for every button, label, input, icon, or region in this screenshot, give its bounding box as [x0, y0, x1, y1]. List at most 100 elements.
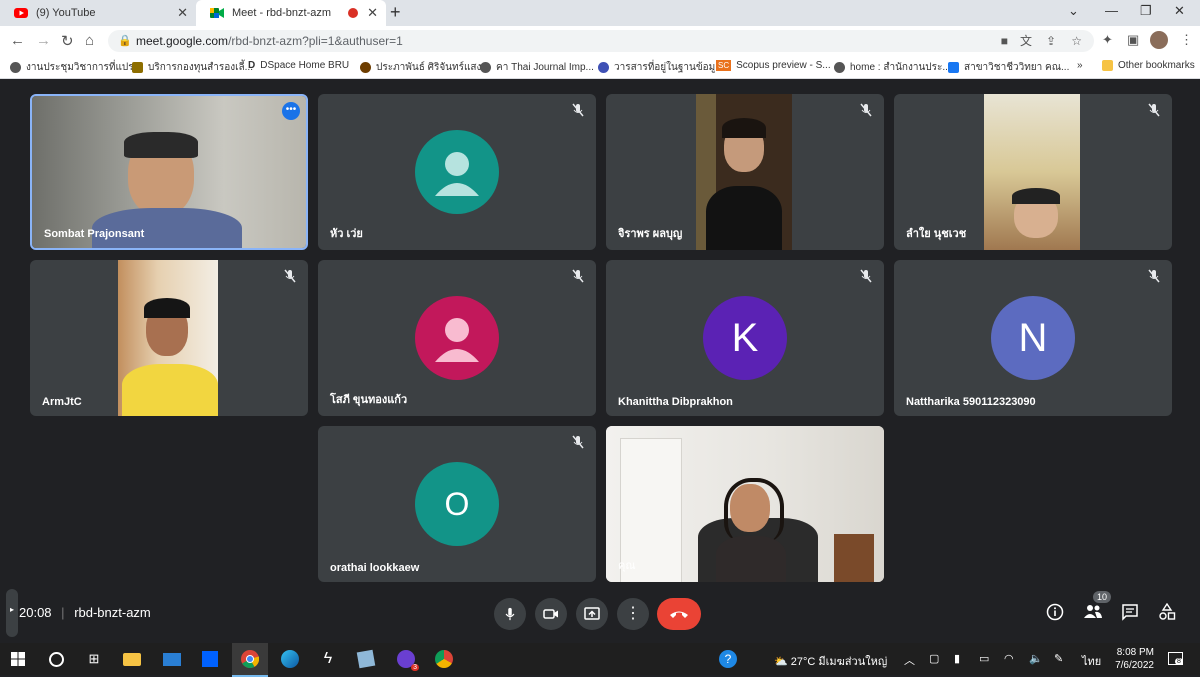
camera-button[interactable] — [535, 598, 567, 630]
avatar — [415, 130, 499, 214]
participant-name: หัว เว่ย — [330, 228, 363, 240]
participant-tile[interactable]: ArmJtC — [30, 260, 308, 416]
reload-icon[interactable]: ↻ — [61, 32, 74, 50]
side-handle[interactable]: ▸ — [6, 589, 18, 637]
meeting-info-button[interactable] — [1046, 603, 1064, 626]
bookmark-item[interactable]: บริการกองทุนสำรองเลี้... — [132, 60, 253, 75]
participant-tile[interactable]: หัว เว่ย — [318, 94, 596, 250]
meet-stage: ••• Sombat Prajonsant หัว เว่ย จิราพร ผล… — [0, 79, 1200, 589]
participant-tile[interactable]: ••• Sombat Prajonsant — [30, 94, 308, 250]
bookmark-item[interactable]: วารสารที่อยู่ในฐานข้อมู... — [598, 60, 724, 75]
participant-tile[interactable]: N Nattharika 590112323090 — [894, 260, 1172, 416]
bookmark-item[interactable]: home : สำนักงานประ... — [834, 60, 951, 75]
bookmark-item[interactable]: ประภาพันธ์ ศิริจันทร์แสง... — [360, 60, 490, 75]
side-panel-icon[interactable]: ▣ — [1127, 32, 1139, 48]
pen-icon[interactable]: ✎ — [1054, 652, 1063, 665]
facebook-icon — [948, 62, 959, 73]
weather-text: 27°C มีเมฆส่วนใหญ่ — [790, 656, 888, 668]
more-vert-icon: ⋮ — [625, 605, 641, 622]
more-options-icon[interactable]: ••• — [282, 102, 300, 120]
tab-youtube[interactable]: (9) YouTube ✕ — [0, 0, 196, 26]
other-bookmarks[interactable]: Other bookmarks — [1102, 60, 1195, 71]
avatar-initial: N — [991, 296, 1075, 380]
file-explorer-icon[interactable] — [122, 649, 142, 669]
input-language[interactable]: ไทย — [1082, 652, 1101, 670]
dropbox-icon[interactable] — [200, 649, 220, 669]
close-window-button[interactable]: ✕ — [1174, 3, 1185, 19]
bookmarks-bar: งานประชุมวิชาการที่แปร... บริการกองทุนสำ… — [0, 56, 1200, 79]
extensions-icon[interactable]: ✦ — [1102, 32, 1113, 48]
chrome-profile-icon[interactable] — [434, 649, 454, 669]
url-bar[interactable]: 🔒 meet.google.com/rbd-bnzt-azm?pli=1&aut… — [108, 30, 1094, 52]
bookmark-item[interactable]: D DSpace Home BRU — [248, 60, 349, 71]
meeting-code: rbd-bnzt-azm — [74, 605, 151, 620]
self-video — [606, 426, 884, 582]
bookmark-item[interactable]: งานประชุมวิชาการที่แปร... — [10, 60, 142, 75]
minimize-button[interactable]: — — [1105, 3, 1118, 18]
battery-icon[interactable]: ▭ — [979, 652, 989, 665]
youtube-icon — [14, 6, 28, 20]
share-icon[interactable]: ⇪ — [1046, 30, 1056, 52]
task-view-icon[interactable]: ⊞ — [84, 649, 104, 669]
menu-icon[interactable]: ⋮ — [1180, 32, 1193, 48]
weather-widget[interactable]: ⛅ 27°C มีเมฆส่วนใหญ่ — [774, 652, 887, 670]
chat-button[interactable] — [1121, 603, 1139, 626]
translate-icon[interactable]: 文 — [1020, 30, 1032, 52]
mic-button[interactable] — [494, 598, 526, 630]
participant-tile[interactable]: จิราพร ผลบุญ — [606, 94, 884, 250]
participant-tile[interactable]: O orathai lookkaew — [318, 426, 596, 582]
meet-icon — [210, 6, 224, 20]
close-tab-icon[interactable]: ✕ — [367, 5, 378, 21]
tab-search-icon[interactable]: ⌄ — [1068, 3, 1079, 19]
tab-meet[interactable]: Meet - rbd-bnzt-azm ✕ — [196, 0, 386, 26]
notifications-icon[interactable]: 8 — [1168, 652, 1183, 668]
avatar-initial: K — [703, 296, 787, 380]
volume-icon[interactable]: 🔈 — [1029, 652, 1043, 665]
search-icon[interactable] — [46, 649, 66, 669]
participant-name: คุณ — [618, 560, 636, 572]
home-icon[interactable]: ⌂ — [85, 32, 94, 49]
bookmark-item[interactable]: สาขาวิชาชีววิทยา คณ... — [948, 60, 1069, 75]
bookmark-item[interactable]: SC Scopus preview - S... — [716, 60, 831, 71]
activities-button[interactable] — [1158, 602, 1176, 626]
self-view-tile[interactable]: คุณ — [606, 426, 884, 582]
participant-name: orathai lookkaew — [330, 562, 420, 574]
show-hidden-icons[interactable]: ︿ — [904, 652, 915, 668]
participant-name: จิราพร ผลบุญ — [618, 228, 683, 240]
leave-call-button[interactable] — [657, 598, 701, 630]
people-button[interactable]: 10 — [1083, 591, 1112, 624]
scopus-icon: SC — [716, 60, 732, 71]
participant-tile[interactable]: K Khanittha Dibprakhon — [606, 260, 884, 416]
help-icon[interactable]: ? — [718, 649, 738, 669]
participant-name: ลำใย นุชเวช — [906, 228, 967, 240]
tray-app-icon[interactable]: ▢ — [929, 652, 939, 665]
camera-icon — [543, 609, 558, 619]
new-tab-button[interactable]: + — [390, 2, 401, 23]
bookmark-star-icon[interactable]: ☆ — [1071, 30, 1082, 52]
dspace-icon: D — [248, 60, 256, 71]
present-screen-button[interactable] — [576, 598, 608, 630]
app-icon[interactable]: 3 — [396, 649, 419, 671]
chrome-taskbar-icon[interactable] — [232, 643, 268, 677]
more-options-button[interactable]: ⋮ — [617, 598, 649, 630]
edge-icon[interactable] — [280, 649, 300, 669]
close-tab-icon[interactable]: ✕ — [177, 5, 188, 21]
participant-video — [696, 94, 792, 250]
wifi-icon[interactable]: ◠ — [1004, 652, 1014, 665]
camera-in-use-icon[interactable]: ■ — [1001, 30, 1008, 52]
participant-tile[interactable]: โสภี ขุนทองแก้ว — [318, 260, 596, 416]
clock[interactable]: 8:08 PM 7/6/2022 — [1112, 646, 1154, 672]
forward-icon[interactable]: → — [36, 32, 51, 49]
notes-icon[interactable] — [356, 649, 376, 669]
app-icon[interactable]: ϟ — [318, 649, 338, 669]
participant-tile[interactable]: ลำใย นุชเวช — [894, 94, 1172, 250]
site-icon — [132, 62, 143, 73]
more-bookmarks-button[interactable]: » — [1077, 60, 1083, 71]
windows-start-icon[interactable] — [8, 649, 28, 669]
bookmark-item[interactable]: คา Thai Journal Imp... — [480, 60, 594, 75]
profile-avatar[interactable] — [1150, 31, 1168, 49]
lock-icon[interactable]: 🔒 — [118, 30, 132, 52]
maximize-button[interactable]: ❐ — [1140, 3, 1152, 19]
back-icon[interactable]: ← — [10, 32, 25, 49]
mail-icon[interactable] — [162, 649, 182, 669]
